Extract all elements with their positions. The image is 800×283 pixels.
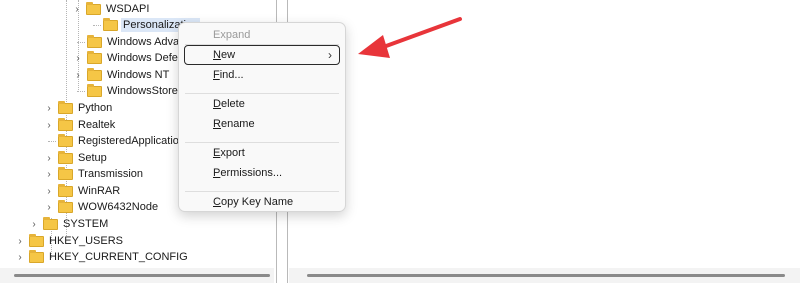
- chevron-right-icon[interactable]: ›: [15, 249, 25, 265]
- tree-node-label: WindowsStore: [107, 85, 178, 97]
- folder-icon: [86, 2, 101, 15]
- tree-node-label: WinRAR: [78, 185, 121, 197]
- scrollbar-thumb[interactable]: [14, 274, 270, 277]
- menu-item-delete[interactable]: Delete: [184, 94, 340, 114]
- chevron-right-icon[interactable]: ›: [44, 117, 54, 133]
- folder-icon: [29, 250, 44, 263]
- menu-item-label: Permissions...: [213, 167, 283, 179]
- tree-node-label: SYSTEM: [63, 218, 109, 230]
- tree-node-label: Setup: [78, 152, 107, 164]
- menu-item-rename[interactable]: Rename: [184, 114, 340, 134]
- access-key: E: [213, 147, 221, 159]
- tree-node-label: Windows NT: [107, 69, 170, 81]
- menu-item-label: Copy Key Name: [213, 196, 294, 208]
- folder-icon: [58, 151, 73, 164]
- tree-node-label: HKEY_USERS: [49, 235, 123, 247]
- access-key: C: [213, 196, 221, 208]
- folder-icon: [87, 84, 102, 97]
- chevron-right-icon[interactable]: ›: [44, 199, 54, 215]
- menu-item-export[interactable]: Export: [184, 143, 340, 163]
- menu-item-label: Rename: [213, 118, 255, 130]
- tree-node-label: WSDAPI: [106, 3, 150, 15]
- access-key: R: [213, 118, 221, 130]
- values-horizontal-scrollbar[interactable]: [289, 268, 800, 283]
- access-key: D: [213, 98, 221, 110]
- menu-item-copy-key-name[interactable]: Copy Key Name: [184, 192, 340, 212]
- context-menu: Expand New › Find... Delete Rename Export Permi…: [178, 22, 346, 212]
- menu-item-expand: Expand: [184, 25, 340, 45]
- chevron-right-icon[interactable]: ›: [44, 100, 54, 116]
- menu-item-label: Find...: [213, 69, 244, 81]
- folder-icon: [87, 51, 102, 64]
- menu-item-label: Expand: [213, 29, 251, 41]
- chevron-right-icon[interactable]: ›: [15, 233, 25, 249]
- tree-horizontal-scrollbar[interactable]: [0, 268, 274, 283]
- folder-icon: [58, 167, 73, 180]
- chevron-right-icon[interactable]: ›: [44, 166, 54, 182]
- folder-icon: [58, 184, 73, 197]
- tree-node-label: Realtek: [78, 119, 116, 131]
- tree-connector: [93, 25, 101, 26]
- folder-icon: [103, 18, 118, 31]
- chevron-right-icon[interactable]: ›: [73, 67, 83, 83]
- folder-icon: [87, 35, 102, 48]
- tree-node-label: Transmission: [78, 168, 143, 180]
- access-key: F: [213, 69, 220, 81]
- folder-icon: [29, 234, 44, 247]
- chevron-right-icon[interactable]: ›: [44, 150, 54, 166]
- menu-item-label: Export: [213, 147, 245, 159]
- tree-connector: [77, 91, 85, 92]
- chevron-right-icon[interactable]: ›: [29, 216, 39, 232]
- tree-node[interactable]: › WSDAPI: [0, 1, 270, 17]
- arrow-shaft: [376, 17, 462, 51]
- menu-item-find[interactable]: Find...: [184, 65, 340, 85]
- access-key: N: [213, 49, 221, 61]
- folder-icon: [58, 200, 73, 213]
- tree-node[interactable]: › HKEY_CURRENT_CONFIG: [0, 249, 270, 265]
- tree-node-label: WOW6432Node: [78, 201, 159, 213]
- chevron-right-icon: ›: [328, 48, 332, 62]
- tree-connector: [48, 141, 56, 142]
- tree-node-label: Python: [78, 102, 113, 114]
- chevron-right-icon[interactable]: ›: [73, 50, 83, 66]
- tree-node[interactable]: › HKEY_USERS: [0, 233, 270, 249]
- access-key: P: [213, 167, 221, 179]
- folder-icon: [43, 217, 58, 230]
- menu-item-label: Delete: [213, 98, 245, 110]
- folder-icon: [58, 118, 73, 131]
- tree-node-label: HKEY_CURRENT_CONFIG: [49, 251, 188, 263]
- tree-node[interactable]: › SYSTEM: [0, 216, 270, 232]
- arrow-head: [358, 35, 390, 58]
- tree-connector: [77, 42, 85, 43]
- tree-node-label: RegisteredApplications: [78, 135, 191, 147]
- folder-icon: [58, 134, 73, 147]
- menu-item-permissions[interactable]: Permissions...: [184, 163, 340, 183]
- scrollbar-thumb[interactable]: [307, 274, 785, 277]
- chevron-right-icon[interactable]: ›: [44, 183, 54, 199]
- menu-item-label: New: [213, 49, 236, 61]
- arrow-pointer-icon: [358, 17, 462, 58]
- folder-icon: [58, 101, 73, 114]
- chevron-right-icon[interactable]: ›: [72, 1, 82, 17]
- menu-item-new[interactable]: New ›: [184, 45, 340, 65]
- folder-icon: [87, 68, 102, 81]
